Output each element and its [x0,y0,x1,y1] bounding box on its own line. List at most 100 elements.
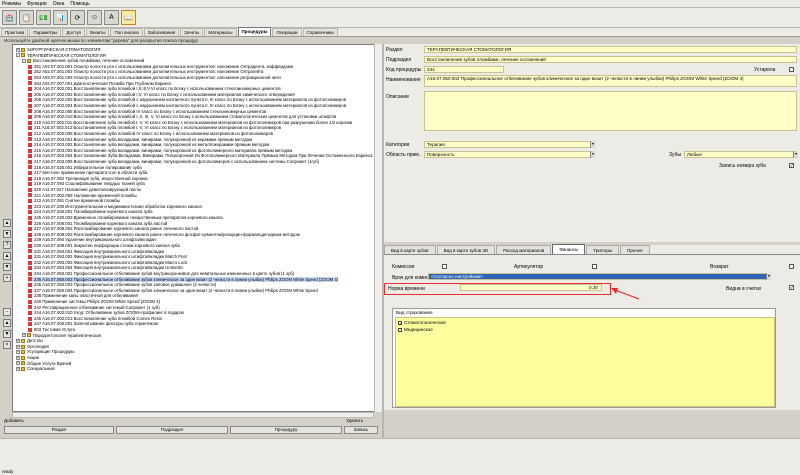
tab-credits[interactable]: Зачеты [180,28,204,36]
procedure-icon [28,98,32,103]
add-subsection-button[interactable]: Подраздел [116,426,228,434]
expand-icon[interactable]: + [16,344,20,349]
commission-checkbox[interactable] [442,264,447,269]
reload-icon[interactable]: ⟳ [70,10,85,25]
toolbar: 🏥 📋 💵 📊 ⟳ ☺ A 📖 [0,8,800,28]
expand-icon[interactable]: + [16,366,20,371]
add-section-button[interactable]: Раздел [4,426,114,434]
tab-other[interactable]: Прочее [620,245,650,254]
expand-icon[interactable]: + [16,355,20,360]
tab-materials[interactable]: Материалы [204,28,237,36]
menu-modes[interactable]: Режимы [2,1,21,7]
tab-triggers[interactable]: Триггеры [586,245,620,254]
procedure-icon [28,64,32,69]
area-select[interactable]: Поверхность [424,151,594,158]
tab-operations[interactable]: Операции [272,28,302,36]
tab-analysis[interactable]: Пол анализ [110,28,143,36]
subsection-field[interactable]: Восстановление зубов пломбами, лечение о… [424,56,797,63]
menu-windows[interactable]: Окна [53,1,65,7]
category-select[interactable]: Терапия [424,141,594,148]
procedure-icon [28,316,32,321]
invoice-visible-checkbox[interactable]: ✓ [789,285,794,290]
font-icon[interactable]: A [104,10,119,25]
procedure-icon [28,193,32,198]
expand-icon[interactable]: + [16,361,20,366]
cash-icon[interactable]: 💵 [36,10,51,25]
chevron-down-icon[interactable]: ▾ [793,151,798,158]
insurance-item-dental[interactable]: ✓ Стоматологическое [398,320,446,325]
user-icon[interactable]: ☺ [87,10,102,25]
help-icon[interactable]: ? [3,241,11,249]
articulator-checkbox[interactable] [592,264,597,269]
report-icon[interactable]: 📋 [19,10,34,25]
tab-materials-usage[interactable]: Расход материалов [496,245,552,254]
move-down-small-icon[interactable]: ▼ [3,263,11,271]
section-field[interactable]: ТЕРАПЕВТИЧЕСКАЯ СТОМАТОЛОГИЯ [424,46,797,53]
move-up-icon[interactable]: ▲ [3,219,11,227]
tree-folder[interactable]: + Специальный [16,366,55,372]
procedure-icon [28,243,32,248]
doctor-select[interactable]: <Согласно настройкам> [428,273,770,280]
menu-help[interactable]: Помощь [70,1,89,7]
name-field[interactable]: A16.07.050.002 Профессиональное отбелива… [424,75,797,87]
name-label: Наименование [386,77,421,83]
procedure-icon [28,142,32,147]
tab-parameters[interactable]: Параметры [29,28,62,36]
checkbox-icon[interactable]: ✓ [398,320,402,325]
move-down-icon[interactable]: ▼ [3,230,11,238]
procedure-tree[interactable]: + ХИРУРГИЧЕСКАЯ СТОМАТОЛОГИЯ - ТЕРАПЕВТИЧЕС… [12,44,382,412]
book-icon[interactable]: 📖 [121,10,136,25]
articulator-label: Артикулятор [514,264,544,270]
refund-checkbox[interactable] [789,264,794,269]
expand-all-icon[interactable]: + [3,274,11,282]
up-arrow-icon[interactable]: ▲ [3,319,11,327]
collapse-icon[interactable]: - [22,58,26,63]
procedure-icon [28,322,32,327]
delete-record-button[interactable]: Запись [344,426,378,434]
tab-procedures[interactable]: Процедуры [237,27,272,36]
checkbox-icon[interactable] [398,327,402,332]
hint-text: Используйте двойной щелчок мыши по элеме… [4,38,198,43]
tree-vertical-scrollbar[interactable] [374,44,382,412]
collapse-icon[interactable]: - [16,53,20,58]
teeth-select[interactable]: Любые [684,151,797,158]
clinic-icon[interactable]: 🏥 [2,10,17,25]
expand-icon[interactable]: + [16,47,20,52]
tab-diseases[interactable]: Заболевания [143,28,180,36]
code-field[interactable]: 234 [424,66,504,73]
down-arrow-icon[interactable]: ▼ [3,330,11,338]
obsolete-checkbox[interactable] [789,67,794,72]
procedure-icon [28,288,32,293]
tab-finance[interactable]: Финансы [552,244,586,254]
procedure-icon [28,254,32,259]
chart-icon[interactable]: 📊 [53,10,68,25]
tab-visits[interactable]: Визиты [86,28,110,36]
procedure-icon [28,86,32,91]
move-up-small-icon[interactable]: ▲ [3,252,11,260]
insurance-item-medical[interactable]: Медицинское [398,327,433,332]
collapse-icon[interactable]: − [3,308,11,316]
subsection-label: Подраздел [386,57,412,63]
procedure-icon [28,221,32,226]
tab-tooth-chart[interactable]: Вид в карте зубов [384,245,436,254]
chevron-down-icon[interactable]: ▾ [766,273,771,280]
tab-access[interactable]: Доступ [62,28,86,36]
tab-practice[interactable]: Практика [1,28,29,36]
add-procedure-button[interactable]: Процедуру [230,426,342,434]
procedure-icon [28,70,32,75]
tab-references[interactable]: Справочники [302,28,338,36]
chevron-down-icon[interactable]: ▾ [590,141,595,148]
chevron-down-icon[interactable]: ▾ [590,151,595,158]
procedure-icon [28,310,32,315]
expand-icon[interactable]: + [16,350,20,355]
procedure-icon [28,103,32,108]
tooth-number-checkbox[interactable]: ✓ [789,163,794,168]
procedure-icon [28,176,32,181]
expand-icon[interactable]: + [22,333,26,338]
folder-icon [27,58,31,63]
description-field[interactable] [424,91,797,131]
close-icon[interactable]: × [3,341,11,349]
expand-icon[interactable]: + [16,338,20,343]
menu-functions[interactable]: Функции [27,1,47,7]
tab-tooth-chart-3d[interactable]: Вид в карте зубов 3D [436,245,496,254]
